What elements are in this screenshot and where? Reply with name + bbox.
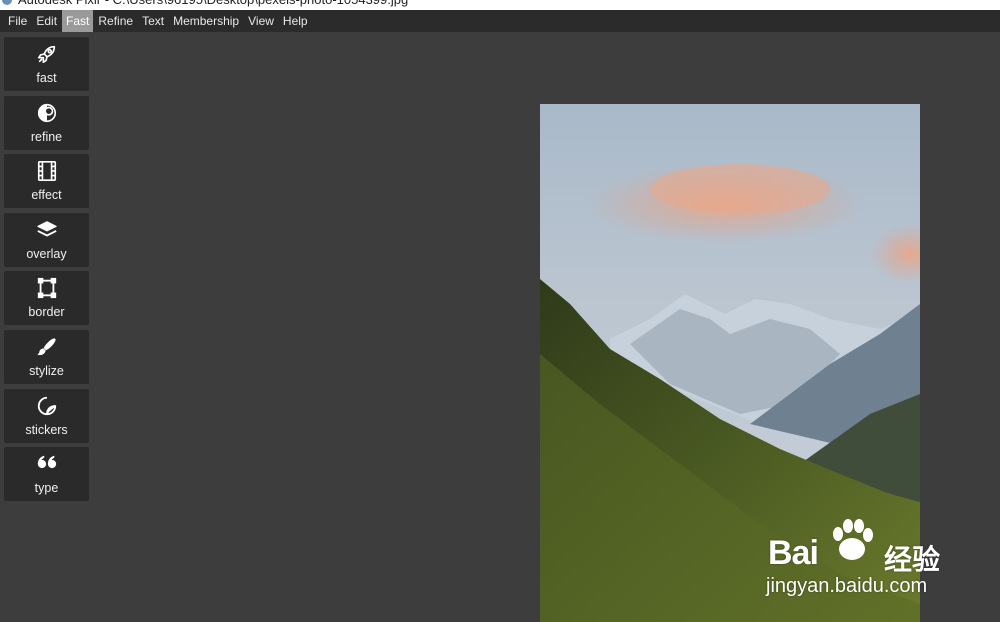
menu-view[interactable]: View: [244, 10, 278, 32]
menu-edit[interactable]: Edit: [32, 10, 61, 32]
frame-icon: [37, 278, 57, 299]
paw-icon: [833, 519, 873, 560]
menu-file[interactable]: File: [4, 10, 31, 32]
menu-text[interactable]: Text: [138, 10, 168, 32]
watermark-logo-suffix: 经验: [884, 544, 941, 575]
layers-icon: [37, 220, 57, 237]
tool-stickers-button[interactable]: stickers: [4, 388, 89, 443]
window-titlebar: Autodesk Pixlr - C:\Users\96195\Desktop\…: [0, 0, 1000, 10]
tool-refine-label: refine: [30, 129, 63, 144]
film-icon: [37, 161, 57, 182]
quote-icon: [37, 455, 57, 469]
tool-fast-button[interactable]: fast: [4, 37, 89, 91]
watermark-logo-text: Bai: [768, 534, 819, 572]
tool-overlay-label: overlay: [26, 246, 67, 261]
window-title: Autodesk Pixlr - C:\Users\96195\Desktop\…: [18, 0, 408, 8]
tool-type-button[interactable]: type: [4, 447, 89, 502]
tool-overlay-button[interactable]: overlay: [4, 212, 89, 267]
tool-stylize-button[interactable]: stylize: [4, 329, 89, 384]
menu-bar: File Edit Fast Refine Text Membership Vi…: [0, 10, 1000, 32]
tool-effect-button[interactable]: effect: [4, 154, 89, 209]
tool-border-label: border: [28, 305, 65, 320]
tool-fast-label: fast: [36, 71, 57, 85]
tool-refine-button[interactable]: refine: [4, 95, 89, 150]
baidu-watermark: Bai 经验 jingyan.baidu.com: [766, 514, 956, 604]
menu-refine[interactable]: Refine: [94, 10, 137, 32]
rocket-icon: [37, 45, 56, 64]
tool-effect-label: effect: [31, 188, 62, 203]
app-icon: [2, 0, 12, 5]
sticker-icon: [37, 396, 57, 415]
tool-stickers-label: stickers: [25, 422, 68, 437]
refine-icon: [37, 103, 57, 122]
tool-type-label: type: [34, 481, 59, 496]
menu-help[interactable]: Help: [279, 10, 312, 32]
brush-icon: [37, 338, 56, 356]
watermark-url: jingyan.baidu.com: [766, 575, 928, 597]
tool-border-button[interactable]: border: [4, 271, 89, 326]
tool-stylize-label: stylize: [29, 363, 64, 378]
tool-sidebar: fast refine effect overlay border styliz…: [4, 37, 89, 506]
menu-membership[interactable]: Membership: [169, 10, 243, 32]
menu-fast[interactable]: Fast: [62, 10, 94, 32]
